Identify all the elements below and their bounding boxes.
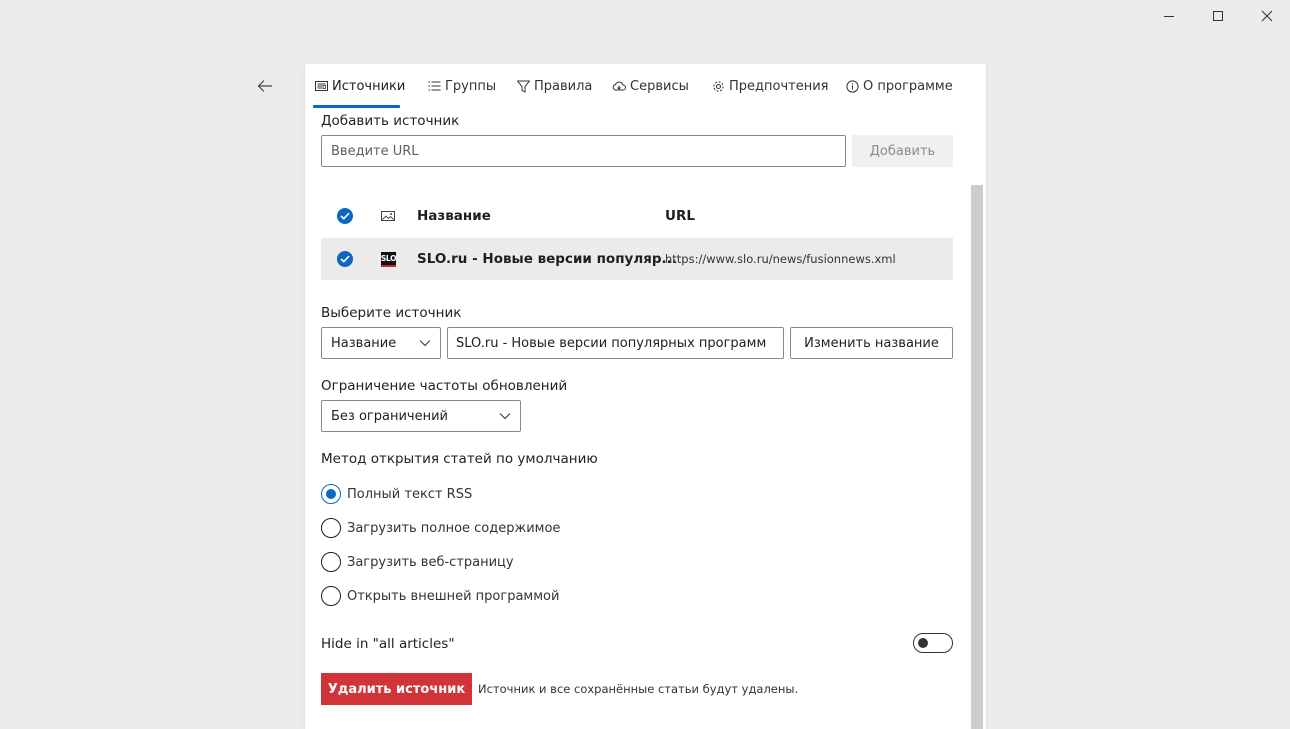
tab-bar: Источники Группы Правила Сервисы Предпоч… [305, 64, 986, 108]
tab-services-label: Сервисы [630, 78, 689, 94]
radio-external-app[interactable]: Открыть внешней программой [321, 586, 559, 606]
list-icon [427, 79, 441, 93]
update-limit-label: Ограничение частоты обновлений [321, 378, 568, 394]
delete-source-button[interactable]: Удалить источник [321, 673, 472, 705]
maximize-icon [1213, 11, 1223, 21]
hide-all-toggle[interactable] [913, 633, 953, 653]
chevron-down-icon [499, 413, 511, 420]
hide-all-label: Hide in "all articles" [321, 636, 455, 652]
url-input[interactable] [321, 135, 846, 167]
active-tab-indicator [313, 105, 400, 108]
tab-groups-label: Группы [445, 78, 497, 94]
tab-services[interactable]: Сервисы [612, 64, 689, 108]
cloud-icon [612, 79, 626, 93]
source-logo: SLO [381, 251, 397, 267]
tab-rules[interactable]: Правила [516, 64, 592, 108]
rename-button[interactable]: Изменить название [790, 327, 953, 359]
filter-icon [516, 79, 530, 93]
tab-about-label: О программе [863, 78, 953, 94]
select-all-checkbox[interactable] [337, 195, 353, 237]
scrollbar[interactable] [971, 185, 983, 729]
radio-label: Полный текст RSS [347, 486, 473, 502]
maximize-button[interactable] [1195, 4, 1241, 28]
tab-preferences[interactable]: Предпочтения [711, 64, 829, 108]
field-select-value: Название [331, 335, 397, 351]
sources-icon [314, 79, 328, 93]
chevron-down-icon [419, 340, 431, 347]
tab-sources[interactable]: Источники [314, 64, 405, 108]
back-arrow-icon [257, 80, 272, 92]
row-name: SLO.ru - Новые версии популяр... [417, 251, 677, 267]
update-limit-select[interactable]: Без ограничений [321, 400, 521, 432]
image-icon [381, 195, 395, 237]
tab-sources-label: Источники [332, 78, 406, 94]
column-header-url[interactable]: URL [665, 195, 695, 237]
minimize-button[interactable] [1146, 4, 1192, 28]
source-name-input[interactable] [447, 327, 784, 359]
gear-icon [711, 79, 725, 93]
checkmark-icon [337, 251, 353, 267]
row-url: https://www.slo.ru/news/fusionnews.xml [665, 252, 896, 266]
radio-label: Загрузить веб-страницу [347, 554, 514, 570]
toggle-knob [918, 638, 928, 648]
add-button[interactable]: Добавить [852, 135, 953, 167]
radio-circle [321, 552, 341, 572]
column-header-name[interactable]: Название [417, 195, 491, 237]
add-source-label: Добавить источник [321, 113, 460, 129]
back-button[interactable] [250, 72, 280, 100]
tab-rules-label: Правила [534, 78, 593, 94]
minimize-icon [1164, 16, 1174, 17]
tab-groups[interactable]: Группы [427, 64, 496, 108]
checkmark-icon [337, 208, 353, 224]
select-source-label: Выберите источник [321, 305, 462, 321]
open-method-label: Метод открытия статей по умолчанию [321, 451, 598, 467]
radio-full-rss[interactable]: Полный текст RSS [321, 484, 472, 504]
source-favicon: SLO [381, 238, 397, 280]
table-row[interactable]: SLO SLO.ru - Новые версии популяр... htt… [321, 238, 953, 280]
radio-circle [321, 484, 341, 504]
radio-circle [321, 518, 341, 538]
radio-full-content[interactable]: Загрузить полное содержимое [321, 518, 560, 538]
radio-circle [321, 586, 341, 606]
tab-preferences-label: Предпочтения [729, 78, 829, 94]
radio-label: Открыть внешней программой [347, 588, 560, 604]
delete-note: Источник и все сохранённые статьи будут … [478, 682, 799, 696]
info-icon [845, 79, 859, 93]
table-header: Название URL [321, 195, 953, 237]
radio-webpage[interactable]: Загрузить веб-страницу [321, 552, 514, 572]
row-checkbox[interactable] [337, 238, 353, 280]
update-limit-value: Без ограничений [331, 408, 448, 424]
close-icon [1261, 10, 1273, 22]
radio-label: Загрузить полное содержимое [347, 520, 561, 536]
field-select[interactable]: Название [321, 327, 441, 359]
settings-panel: Источники Группы Правила Сервисы Предпоч… [305, 64, 986, 729]
tab-about[interactable]: О программе [845, 64, 953, 108]
close-button[interactable] [1244, 4, 1290, 28]
